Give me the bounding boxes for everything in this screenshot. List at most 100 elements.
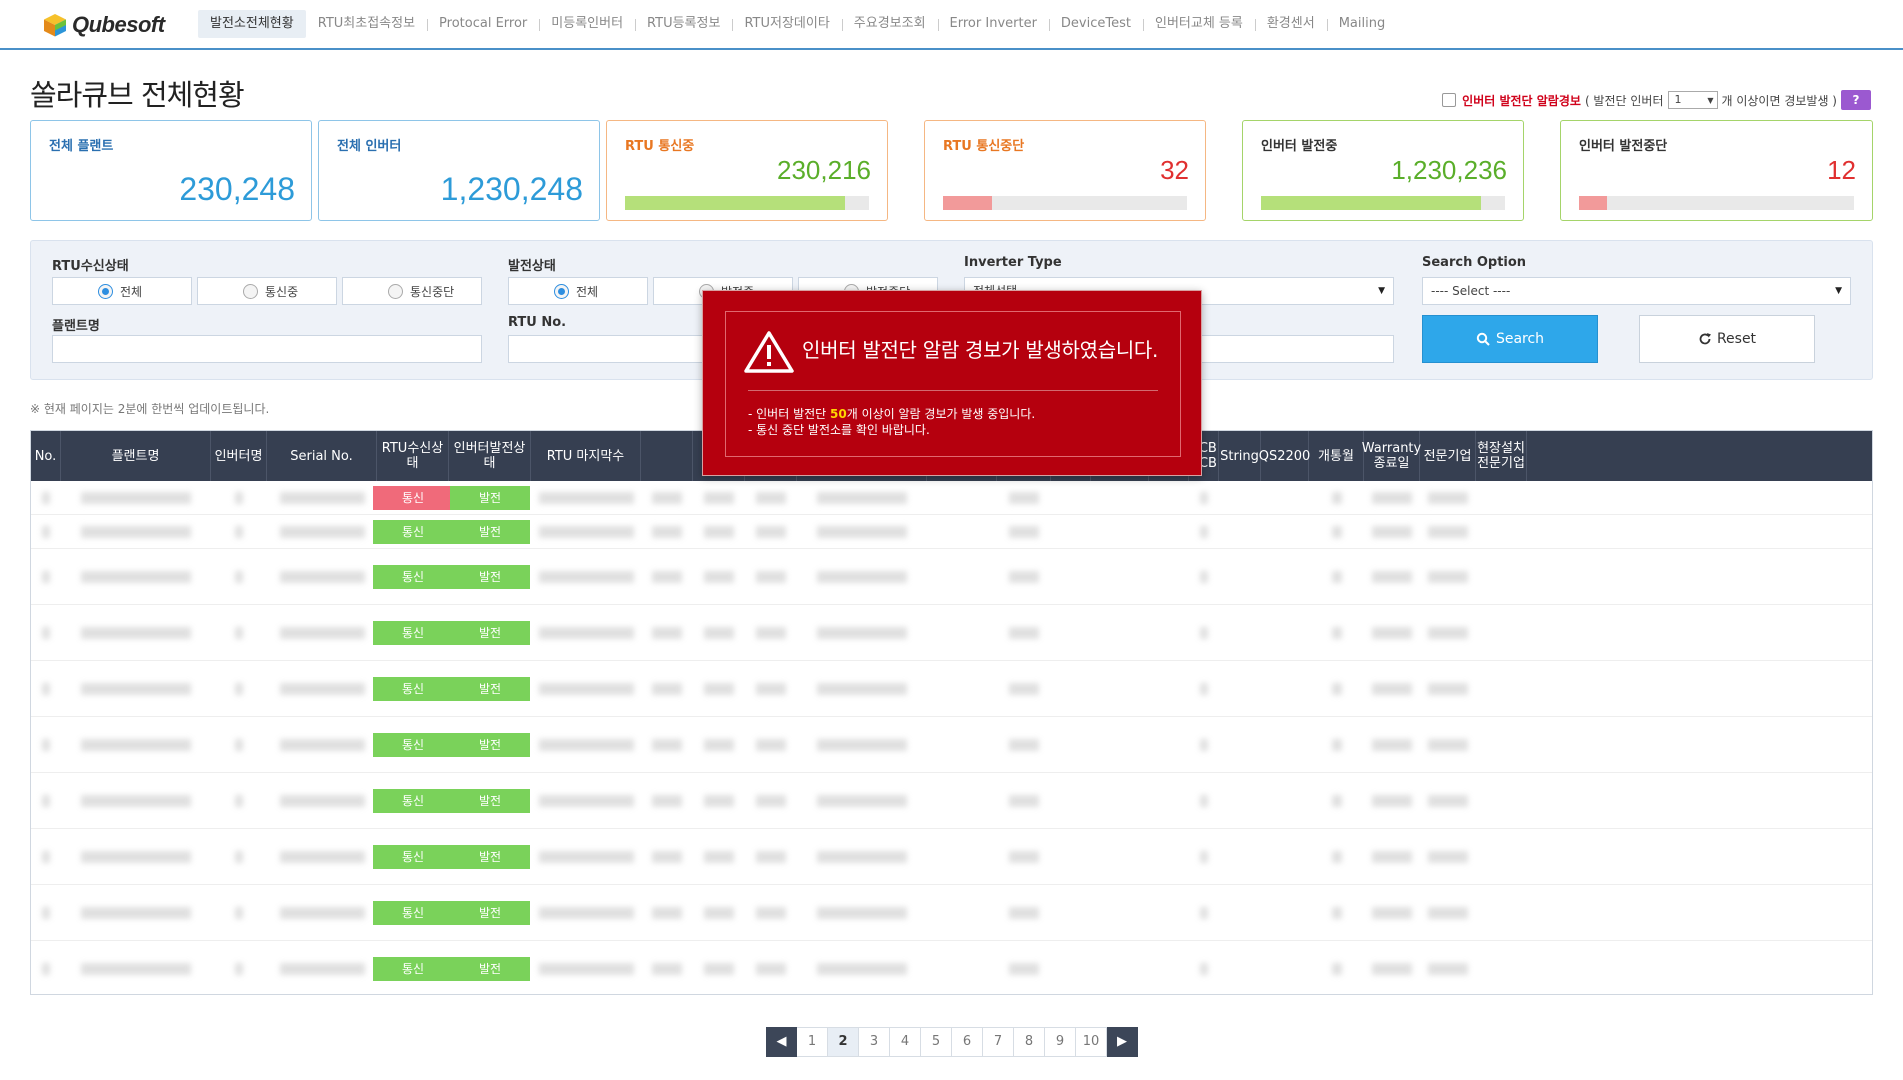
nav-item[interactable]: RTU최초접속정보: [306, 10, 427, 38]
plant-name-input[interactable]: [52, 335, 482, 363]
nav-item[interactable]: Protocal Error: [427, 10, 539, 38]
search-button[interactable]: Search: [1422, 315, 1598, 363]
brand-logo[interactable]: Qubesoft: [42, 10, 165, 40]
blurred-cell: [538, 683, 634, 695]
nav-item[interactable]: 주요경보조회: [841, 10, 938, 38]
page-number[interactable]: 6: [952, 1027, 983, 1057]
blurred-cell: [81, 795, 191, 807]
nav-item[interactable]: RTU등록정보: [635, 10, 732, 38]
page-number[interactable]: 3: [859, 1027, 890, 1057]
blurred-cell: [704, 526, 734, 538]
nav-item[interactable]: Error Inverter: [937, 10, 1049, 38]
page-number[interactable]: 1: [797, 1027, 828, 1057]
blurred-cell: [1428, 571, 1468, 583]
column-header[interactable]: RTU 마지막수: [531, 431, 641, 481]
progress-bar: [1261, 196, 1505, 210]
blurred-cell: [756, 851, 786, 863]
column-header[interactable]: 인버터발전상태: [449, 431, 531, 481]
column-header[interactable]: No.: [31, 431, 61, 481]
column-header[interactable]: 개통월: [1309, 431, 1364, 481]
blurred-cell: [817, 683, 907, 695]
page-number[interactable]: 8: [1014, 1027, 1045, 1057]
blurred-cell: [1200, 571, 1208, 583]
blurred-cell: [42, 492, 50, 504]
column-header[interactable]: [641, 431, 693, 481]
help-button[interactable]: ?: [1841, 90, 1871, 110]
page-number[interactable]: 7: [983, 1027, 1014, 1057]
blurred-cell: [1200, 492, 1208, 504]
main-nav: 발전소전체현황 RTU최초접속정보 Protocal Error 미등록인버터 RTU등…: [198, 10, 1397, 38]
table-row[interactable]: 통신 발전: [31, 481, 1872, 515]
page-number[interactable]: 9: [1045, 1027, 1076, 1057]
table-row[interactable]: 통신 발전: [31, 829, 1872, 885]
blurred-cell: [652, 526, 682, 538]
table-row[interactable]: 통신 발전: [31, 885, 1872, 941]
radio-rtu-all[interactable]: 전체: [52, 277, 192, 305]
nav-item[interactable]: 인버터교체 등록: [1142, 10, 1255, 38]
card-inverter-stopped[interactable]: 인버터 발전중단 12: [1560, 120, 1873, 221]
page-number[interactable]: 10: [1076, 1027, 1107, 1057]
table-row[interactable]: 통신 발전: [31, 773, 1872, 829]
blurred-cell: [704, 907, 734, 919]
blurred-cell: [1331, 683, 1342, 695]
nav-item[interactable]: RTU저장데이타: [732, 10, 841, 38]
table-row[interactable]: 통신 발전: [31, 941, 1872, 994]
blurred-cell: [1200, 963, 1208, 975]
table-row[interactable]: 통신 발전: [31, 549, 1872, 605]
nav-item[interactable]: Mailing: [1326, 10, 1398, 38]
blurred-cell: [1428, 795, 1468, 807]
progress-fill: [1261, 196, 1481, 210]
column-header[interactable]: 현장설치 전문기업: [1476, 431, 1527, 481]
column-header[interactable]: 플랜트명: [61, 431, 211, 481]
reset-button[interactable]: Reset: [1639, 315, 1815, 363]
blurred-cell: [279, 907, 365, 919]
gen-status-label: 발전상태: [508, 259, 556, 274]
nav-item[interactable]: 발전소전체현황: [198, 10, 306, 38]
alarm-modal[interactable]: 인버터 발전단 알람 경보가 발생하였습니다. - 인버터 발전단 50개 이상…: [702, 290, 1202, 476]
alarm-threshold-select[interactable]: 1: [1667, 91, 1718, 109]
blurred-cell: [1009, 571, 1039, 583]
nav-item[interactable]: 미등록인버터: [539, 10, 635, 38]
column-header[interactable]: String: [1219, 431, 1261, 481]
search-option-select[interactable]: ---- Select ----: [1422, 277, 1851, 305]
card-value: 12: [1827, 155, 1856, 185]
blurred-cell: [81, 907, 191, 919]
radio-rtu-offline[interactable]: 통신중단: [342, 277, 482, 305]
column-header[interactable]: QS2200: [1259, 431, 1310, 481]
blurred-cell: [1428, 683, 1468, 695]
blurred-cell: [279, 526, 365, 538]
card-total-inverter[interactable]: 전체 인버터 1,230,248: [318, 120, 600, 221]
rtu-status-label: RTU수신상태: [52, 259, 129, 274]
nav-item[interactable]: DeviceTest: [1048, 10, 1143, 38]
column-header[interactable]: 전문기업: [1420, 431, 1476, 481]
page-number[interactable]: 4: [890, 1027, 921, 1057]
radio-rtu-online[interactable]: 통신중: [197, 277, 337, 305]
blurred-cell: [1428, 739, 1468, 751]
progress-fill: [1579, 196, 1607, 210]
column-header[interactable]: Warranty 종료일: [1362, 431, 1421, 481]
table-row[interactable]: 통신 발전: [31, 605, 1872, 661]
column-header[interactable]: RTU수신상태: [377, 431, 449, 481]
card-rtu-offline[interactable]: RTU 통신중단 32: [924, 120, 1206, 221]
blurred-cell: [1428, 963, 1468, 975]
page-number[interactable]: 2: [828, 1027, 859, 1057]
page-number[interactable]: 5: [921, 1027, 952, 1057]
card-total-plant[interactable]: 전체 플랜트 230,248: [30, 120, 312, 221]
alarm-checkbox[interactable]: [1442, 93, 1457, 107]
blurred-cell: [279, 492, 365, 504]
nav-item[interactable]: 환경센서: [1254, 10, 1327, 38]
table-row[interactable]: 통신 발전: [31, 515, 1872, 549]
table-row[interactable]: 통신 발전: [31, 717, 1872, 773]
column-header[interactable]: Serial No.: [267, 431, 377, 481]
card-rtu-online[interactable]: RTU 통신중 230,216: [606, 120, 888, 221]
blurred-cell: [538, 571, 634, 583]
blurred-cell: [538, 526, 634, 538]
radio-gen-all[interactable]: 전체: [508, 277, 648, 305]
next-page-icon[interactable]: ▶: [1107, 1027, 1138, 1057]
card-inverter-generating[interactable]: 인버터 발전중 1,230,236: [1242, 120, 1524, 221]
column-header[interactable]: 인버터명: [211, 431, 267, 481]
blurred-cell: [235, 851, 243, 863]
table-row[interactable]: 통신 발전: [31, 661, 1872, 717]
blurred-cell: [1372, 739, 1412, 751]
prev-page-icon[interactable]: ◀: [766, 1027, 797, 1057]
